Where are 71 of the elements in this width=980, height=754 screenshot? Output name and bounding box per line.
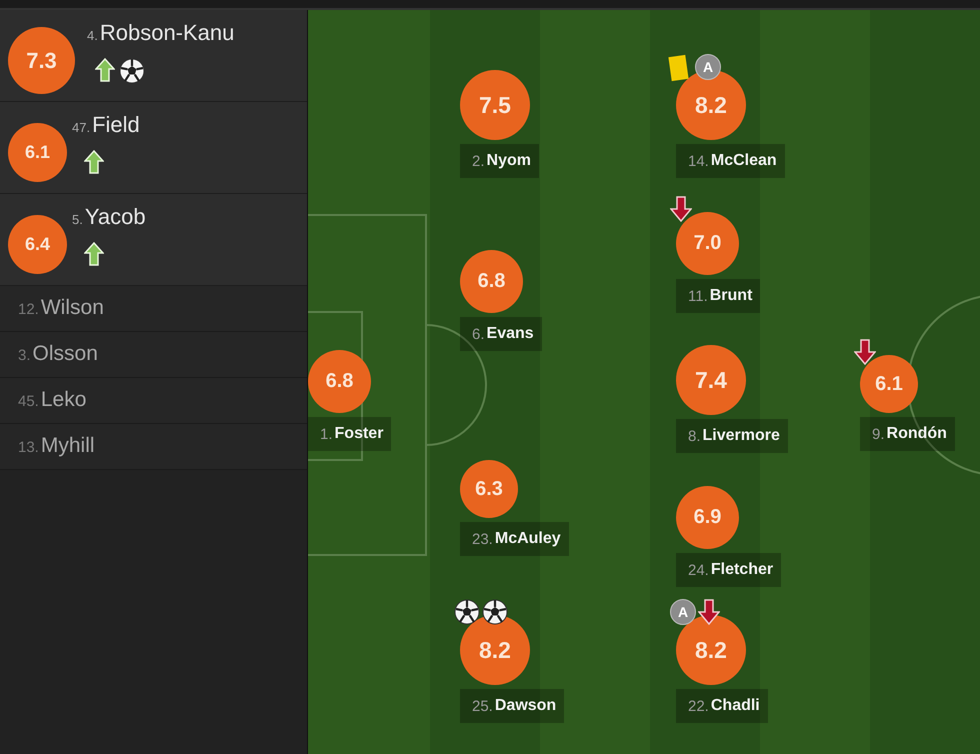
player-label[interactable]: 11.Brunt [676,279,760,313]
rating-badge: 6.8 [308,350,371,413]
soccer-ball-icon [454,599,480,625]
soccer-ball-icon [482,599,508,625]
rating-badge: 6.3 [460,460,518,518]
rating-badge: 6.1 [860,355,918,413]
player-label[interactable]: 23.McAuley [460,522,569,556]
player-name[interactable]: Robson-Kanu [100,20,234,46]
shirt-number: 4. [87,28,98,43]
arrow-up-icon [95,58,115,84]
rating-badge: 7.0 [676,212,739,275]
rating-badge: 7.4 [676,345,746,415]
player-label[interactable]: 25.Dawson [460,689,564,723]
rating-badge: 6.9 [676,486,739,549]
player-name: McClean [710,152,777,170]
player-name: Foster [334,425,384,443]
player-label[interactable]: 24.Fletcher [676,553,782,587]
player-name: Nyom [486,152,531,170]
shirt-number: 9. [872,426,885,442]
player-name: McAuley [494,530,561,548]
rating-badge: 8.2 [460,615,530,685]
player-name: Fletcher [710,561,774,579]
shirt-number: 5. [72,212,83,227]
shirt-number: 22. [688,698,709,714]
player-label[interactable]: 9.Rondón [860,417,955,451]
player-name: Livermore [702,427,780,445]
shirt-number: 45. [18,393,39,410]
player-label[interactable]: 22.Chadli [676,689,768,723]
rating-badge: 7.5 [460,70,530,140]
player-name[interactable]: Olsson [32,342,98,366]
player-label[interactable]: 14.McClean [676,144,785,178]
player-name: Dawson [494,697,556,715]
assist-badge: A [695,54,721,80]
shirt-number: 6. [472,326,485,342]
rating-badge: 6.4 [8,215,67,274]
rating-badge: 6.8 [460,250,523,313]
shirt-number: 2. [472,152,485,170]
booking-card-icon [668,54,689,82]
shirt-number: 13. [18,439,39,456]
rating-badge: 7.3 [8,27,75,94]
player-label[interactable]: 1.Foster [308,417,392,451]
player-label[interactable]: 8.Livermore [676,419,788,453]
shirt-number: 25. [472,698,493,714]
shirt-number: 23. [472,530,493,548]
shirt-number: 12. [18,301,39,318]
assist-badge: A [670,599,696,625]
shirt-number: 11. [688,288,708,304]
rating-badge: 6.1 [8,123,67,182]
shirt-number: 8. [688,428,701,444]
player-name[interactable]: Leko [40,388,86,412]
player-label[interactable]: 6.Evans [460,317,542,351]
player-name: Rondón [886,425,947,443]
soccer-ball-icon [119,58,145,84]
player-name[interactable]: Field [92,112,140,138]
shirt-number: 24. [688,562,709,578]
arrow-up-icon [84,150,104,174]
arrow-up-icon [84,242,104,266]
player-name[interactable]: Myhill [40,434,95,458]
shirt-number: 47. [72,120,90,135]
arrow-down-icon [854,339,876,365]
arrow-down-icon [698,599,720,625]
shirt-number: 1. [320,426,333,442]
shirt-number: 14. [688,152,709,170]
player-name: Brunt [710,287,752,305]
player-name[interactable]: Yacob [84,204,146,230]
player-name: Evans [486,325,534,343]
player-name[interactable]: Wilson [40,296,104,320]
player-label[interactable]: 2.Nyom [460,144,539,178]
shirt-number: 3. [18,347,31,364]
arrow-down-icon [670,196,692,222]
player-name: Chadli [710,697,760,715]
